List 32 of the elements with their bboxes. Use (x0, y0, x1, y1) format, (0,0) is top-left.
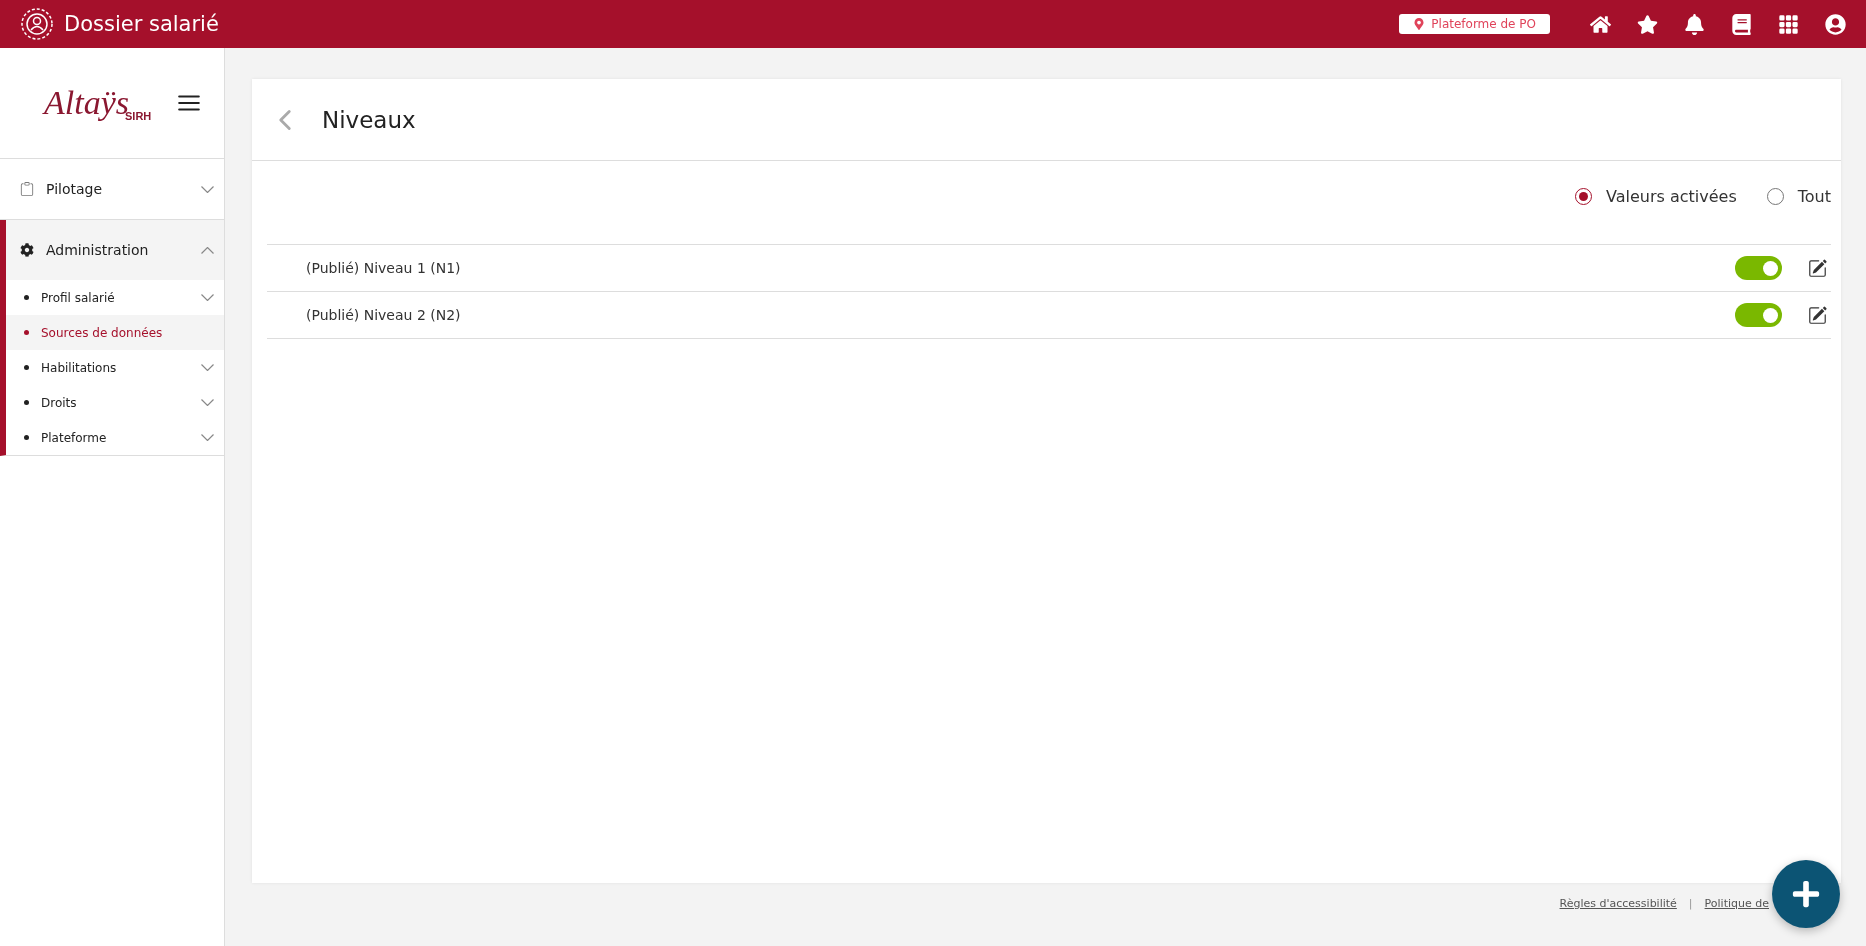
radio-label: Tout (1797, 187, 1831, 206)
edit-icon[interactable] (1808, 258, 1827, 278)
chevron-down-icon (201, 185, 214, 193)
platform-button[interactable]: Plateforme de PO (1399, 14, 1550, 34)
star-icon[interactable] (1637, 13, 1658, 35)
bell-icon[interactable] (1684, 13, 1705, 35)
filter-radio[interactable]: Valeurs activées (1575, 187, 1737, 206)
clipboard-icon (20, 182, 34, 196)
row-label: (Publié) Niveau 2 (N2) (306, 307, 462, 323)
toggle-switch[interactable] (1735, 256, 1782, 280)
row-label: (Publié) Niveau 1 (N1) (306, 260, 462, 276)
footer-link[interactable]: Règles d'accessibilité (1559, 897, 1677, 910)
home-icon[interactable] (1590, 13, 1611, 35)
app-title: Dossier salarié (64, 12, 220, 36)
user-icon[interactable] (1825, 13, 1846, 35)
footer-link[interactable]: Politique de (1704, 897, 1769, 910)
gear-icon (20, 243, 34, 257)
apps-grid-icon[interactable] (1778, 13, 1799, 35)
edit-icon[interactable] (1808, 305, 1827, 325)
map-pin-icon (1413, 18, 1426, 30)
chevron-up-icon (201, 246, 214, 254)
add-button[interactable] (1772, 860, 1840, 928)
toggle-switch[interactable] (1735, 303, 1782, 327)
user-circle-icon (20, 7, 54, 41)
separator: | (1688, 897, 1693, 910)
sidebar-item[interactable]: Sources de données (6, 315, 224, 350)
book-icon[interactable] (1731, 13, 1752, 35)
radio-label: Valeurs activées (1606, 187, 1737, 206)
plus-icon (1791, 879, 1821, 909)
page-title: Niveaux (322, 106, 416, 133)
sidebar-section[interactable]: Administration (6, 220, 224, 280)
filter-radio[interactable]: Tout (1766, 187, 1831, 206)
